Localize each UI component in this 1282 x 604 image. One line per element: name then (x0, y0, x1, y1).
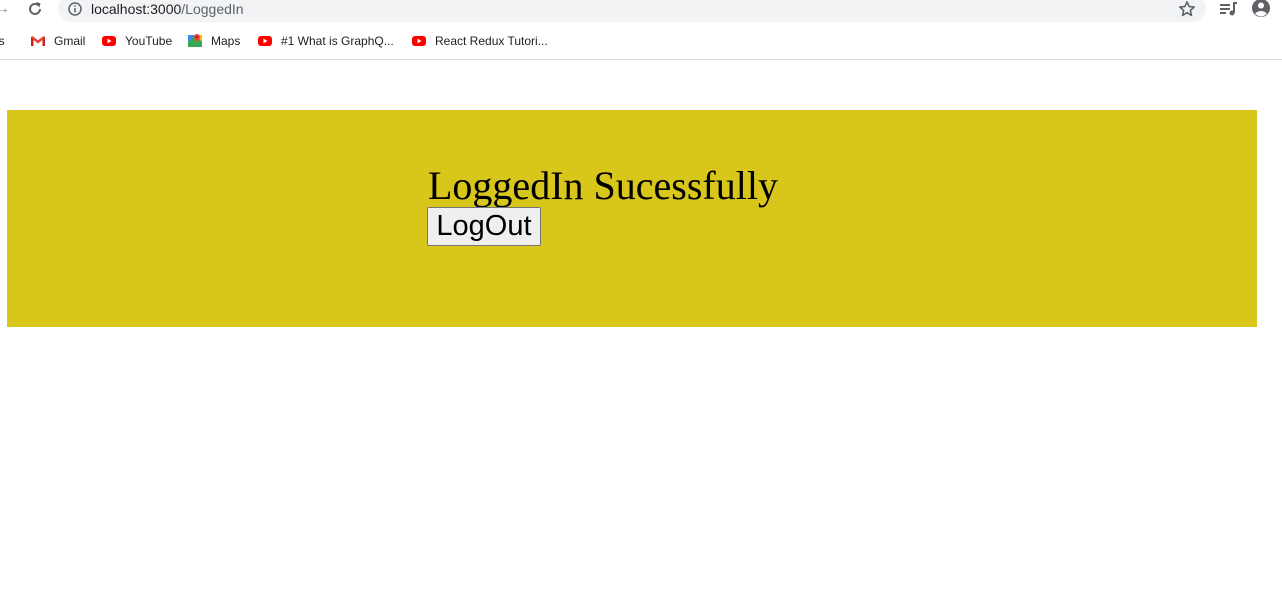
site-info-icon[interactable] (68, 2, 82, 16)
youtube-icon (411, 33, 427, 49)
bookmark-apps[interactable]: ps (0, 30, 5, 52)
bookmark-label: YouTube (125, 34, 173, 48)
bookmarks-bar: ps Gmail YouTube (0, 30, 1282, 52)
bookmark-label: Maps (211, 34, 241, 48)
youtube-icon (257, 33, 273, 49)
address-bar[interactable]: localhost:3000/LoggedIn (58, 0, 1206, 22)
logged-in-banner: LoggedIn Sucessfully LogOut (7, 110, 1257, 327)
bookmark-label: #1 What is GraphQ... (281, 34, 394, 48)
bookmark-label: React Redux Tutori... (435, 34, 548, 48)
url-text: localhost:3000/LoggedIn (91, 0, 244, 18)
bookmark-label: Gmail (54, 34, 86, 48)
browser-toolbar: → localhost:3000/LoggedIn s Gmail YouTub… (0, 0, 1282, 60)
url-path: /LoggedIn (181, 1, 244, 17)
gmail-icon (30, 33, 46, 49)
profile-avatar-icon[interactable] (1251, 0, 1271, 18)
bookmark-react-redux[interactable]: React Redux Tutori... (411, 30, 548, 52)
logout-button[interactable]: LogOut (427, 207, 541, 246)
bookmark-maps[interactable]: Maps (187, 30, 240, 52)
url-host: localhost:3000 (91, 1, 182, 17)
bookmark-gmail[interactable]: Gmail (30, 30, 85, 52)
media-controls-icon[interactable] (1219, 0, 1239, 18)
forward-arrow-icon[interactable]: → (0, 0, 10, 18)
reload-icon[interactable] (25, 0, 45, 18)
bookmark-youtube[interactable]: YouTube (101, 30, 172, 52)
bookmark-label: ps (0, 34, 5, 48)
youtube-icon (101, 33, 117, 49)
bookmark-star-icon[interactable] (1178, 0, 1196, 18)
maps-icon (187, 33, 203, 49)
page-title: LoggedIn Sucessfully (428, 163, 778, 208)
bookmark-graphql[interactable]: #1 What is GraphQ... (257, 30, 394, 52)
